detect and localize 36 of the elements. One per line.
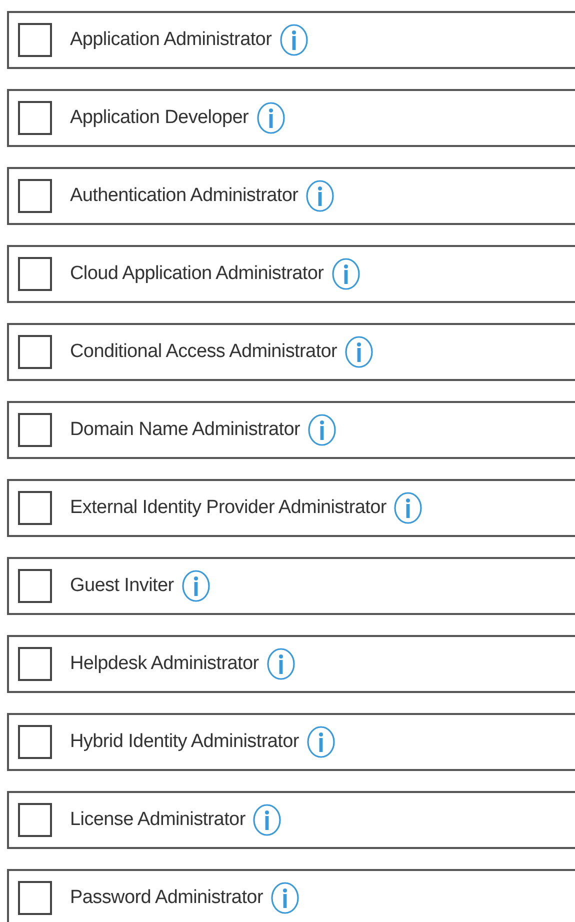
info-icon[interactable]: [332, 258, 360, 290]
role-label: License Administrator: [70, 809, 246, 831]
checkbox[interactable]: [18, 101, 52, 135]
info-icon[interactable]: [182, 570, 210, 602]
checkbox[interactable]: [18, 335, 52, 369]
role-label: Application Administrator: [70, 29, 272, 51]
info-icon[interactable]: [266, 648, 295, 680]
checkbox[interactable]: [18, 413, 52, 447]
checkbox[interactable]: [18, 803, 52, 837]
role-label: Guest Inviter: [70, 575, 174, 597]
role-label: Password Administrator: [70, 887, 263, 909]
role-label: Application Developer: [70, 107, 249, 129]
info-icon[interactable]: [256, 102, 285, 134]
checkbox[interactable]: [18, 647, 52, 681]
info-icon[interactable]: [308, 414, 336, 446]
checkbox[interactable]: [18, 569, 52, 603]
role-label: Helpdesk Administrator: [70, 653, 259, 675]
info-icon[interactable]: [306, 180, 334, 212]
checkbox[interactable]: [18, 725, 52, 759]
checkbox[interactable]: [18, 881, 52, 915]
checkbox[interactable]: [18, 491, 52, 525]
role-label: Authentication Administrator: [70, 185, 298, 207]
info-icon[interactable]: [394, 492, 422, 524]
info-icon[interactable]: [280, 24, 308, 56]
role-label: Hybrid Identity Administrator: [70, 731, 299, 753]
checkbox[interactable]: [18, 23, 52, 57]
info-icon[interactable]: [270, 882, 299, 914]
role-label: Conditional Access Administrator: [70, 341, 338, 363]
info-icon[interactable]: [345, 336, 374, 368]
role-label: Cloud Application Administrator: [70, 263, 324, 285]
role-label: Domain Name Administrator: [70, 419, 300, 441]
checkbox[interactable]: [18, 179, 52, 213]
info-icon[interactable]: [306, 726, 335, 758]
info-icon[interactable]: [253, 804, 282, 836]
role-label: External Identity Provider Administrator: [70, 497, 386, 519]
checkbox[interactable]: [18, 257, 52, 291]
